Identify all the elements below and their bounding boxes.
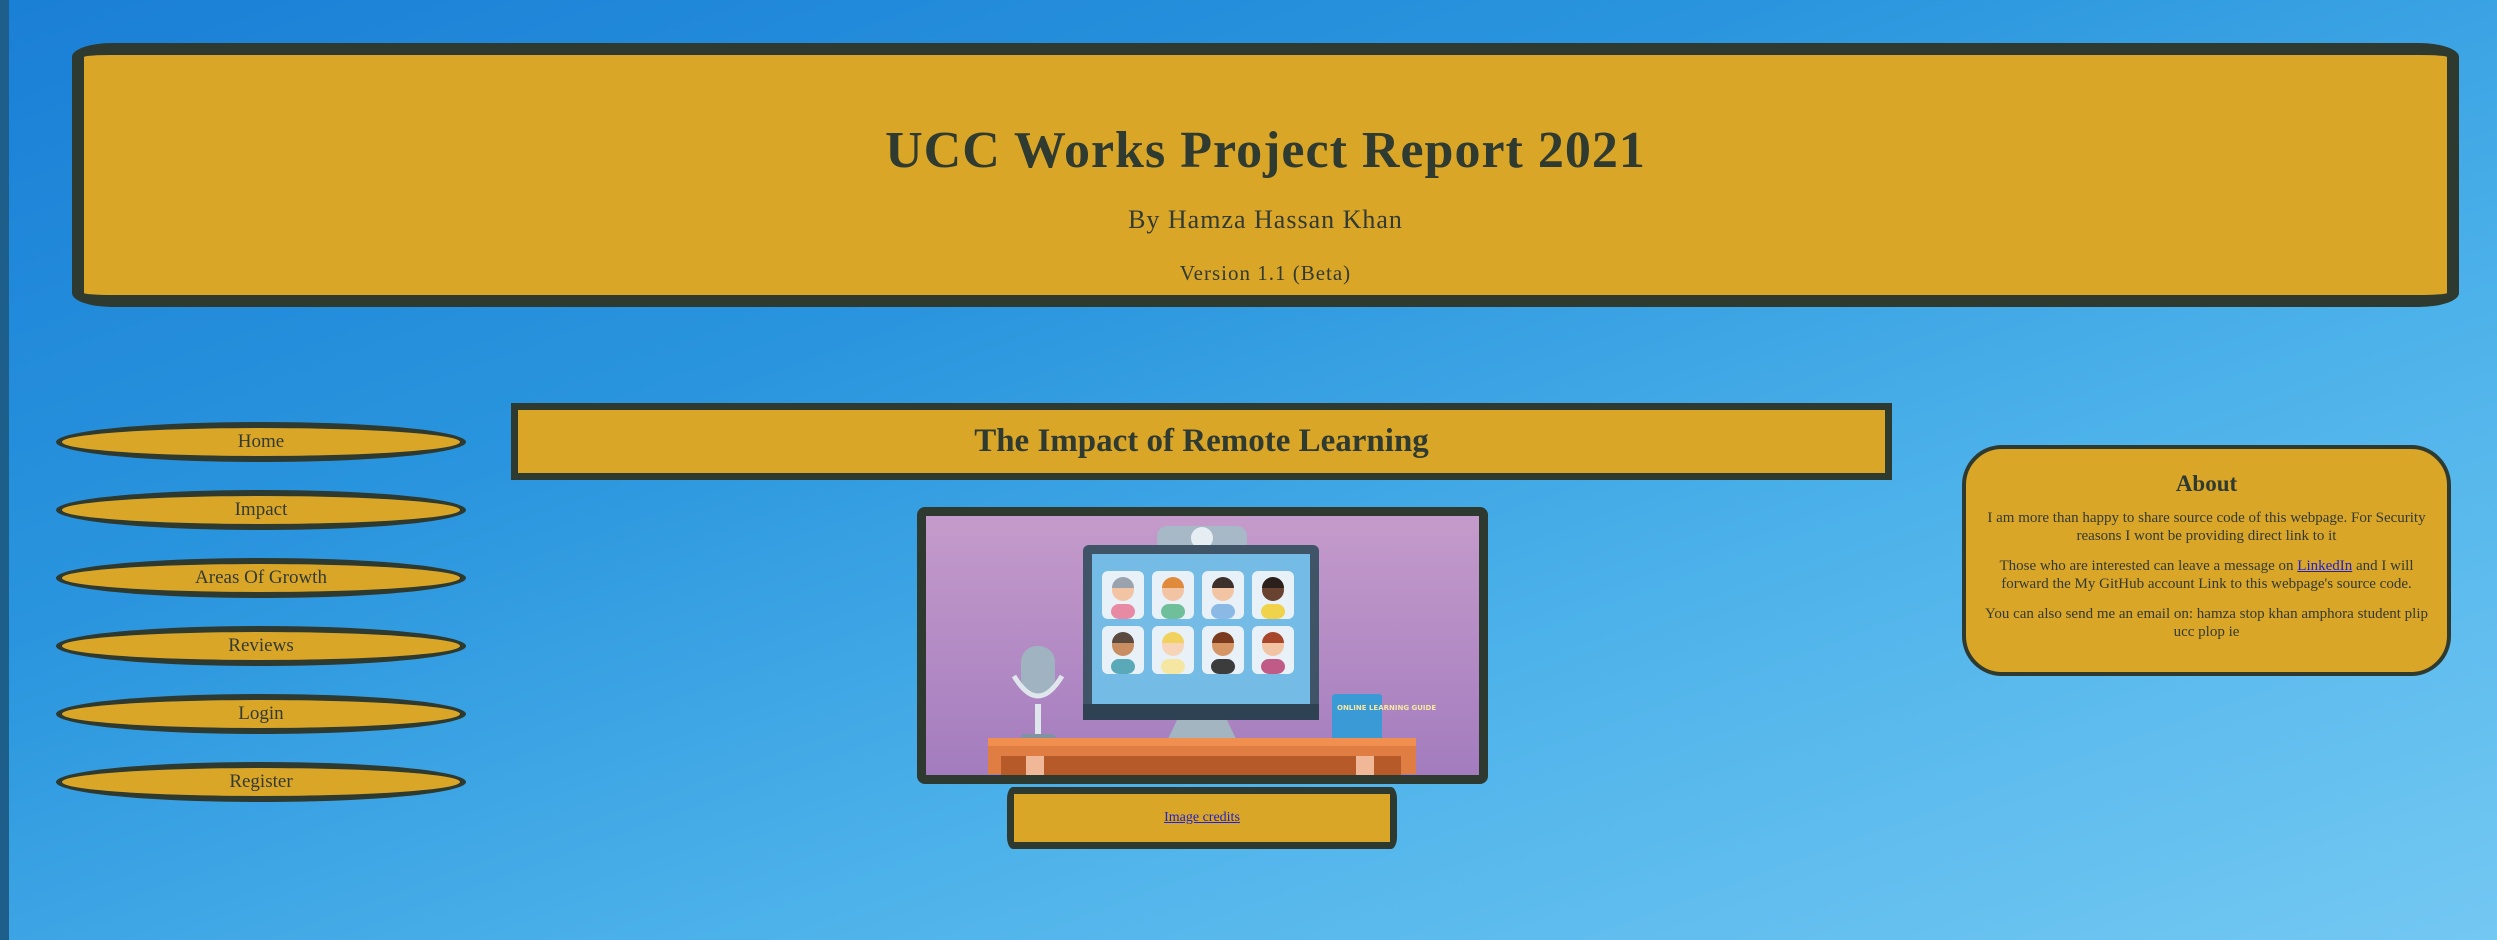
about-panel: About I am more than happy to share sour…	[1962, 445, 2451, 676]
nav-home-button[interactable]: Home	[56, 422, 466, 462]
version-label: Version 1.1 (Beta)	[1179, 261, 1352, 285]
author-byline: By Hamza Hassan Khan	[1128, 205, 1403, 234]
section-title: The Impact of Remote Learning	[511, 403, 1892, 480]
page-header: UCC Works Project Report 2021 By Hamza H…	[72, 43, 2459, 307]
page-left-edge	[0, 0, 9, 940]
page-title: UCC Works Project Report 2021	[885, 122, 1646, 179]
image-credits-link[interactable]: Image credits	[1164, 810, 1240, 825]
about-paragraph-email: You can also send me an email on: hamza …	[1985, 606, 2428, 640]
nav-areas-of-growth-button[interactable]: Areas Of Growth	[56, 558, 466, 598]
image-credits-box: Image credits	[1007, 787, 1397, 849]
nav-login-button[interactable]: Login	[56, 694, 466, 734]
nav-reviews-button[interactable]: Reviews	[56, 626, 466, 666]
about-paragraph-linkedin: Those who are interested can leave a mes…	[1974, 557, 2439, 593]
about-title: About	[2175, 471, 2238, 496]
book-cover-text: ONLINE LEARNING GUIDE	[1337, 704, 1436, 712]
linkedin-link[interactable]: LinkedIn	[2297, 558, 2352, 574]
nav-impact-button[interactable]: Impact	[56, 490, 466, 530]
about-paragraph-source-code: I am more than happy to share source cod…	[1987, 510, 2426, 544]
nav-register-button[interactable]: Register	[56, 762, 466, 802]
about-linkedin-text-before: Those who are interested can leave a mes…	[1999, 558, 2298, 574]
remote-learning-illustration: ONLINE LEARNING GUIDE	[917, 507, 1488, 784]
